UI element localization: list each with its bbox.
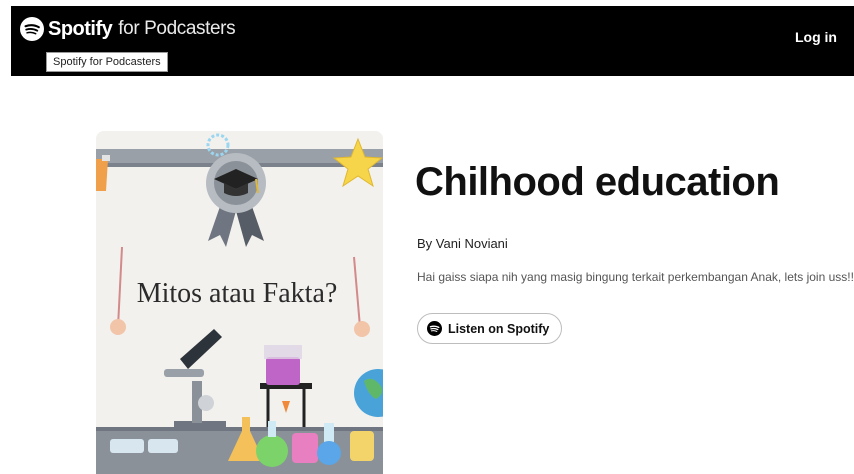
show-title: Chilhood education bbox=[415, 160, 780, 204]
brand-name: Spotify bbox=[48, 17, 113, 40]
login-link[interactable]: Log in bbox=[795, 29, 837, 45]
show-description: Hai gaiss siapa nih yang masig bingung t… bbox=[417, 270, 854, 284]
podcast-cover-art: Mitos atau Fakta? bbox=[96, 131, 383, 474]
spotify-logo-icon bbox=[20, 17, 44, 41]
cover-illustration: Mitos atau Fakta? bbox=[96, 131, 383, 474]
show-author: By Vani Noviani bbox=[417, 236, 508, 251]
top-nav-bar: Spotify for Podcasters Spotify for Podca… bbox=[11, 6, 854, 76]
brand-suffix: for Podcasters bbox=[118, 18, 236, 39]
brand-logo-link[interactable]: Spotify for Podcasters bbox=[20, 17, 236, 41]
brand-tooltip: Spotify for Podcasters bbox=[46, 52, 168, 72]
listen-button-label: Listen on Spotify bbox=[448, 321, 550, 336]
listen-on-spotify-button[interactable]: Listen on Spotify bbox=[417, 313, 563, 344]
cover-title-text: Mitos atau Fakta? bbox=[137, 278, 338, 309]
left-gutter bbox=[0, 0, 11, 474]
spotify-icon bbox=[427, 321, 442, 336]
